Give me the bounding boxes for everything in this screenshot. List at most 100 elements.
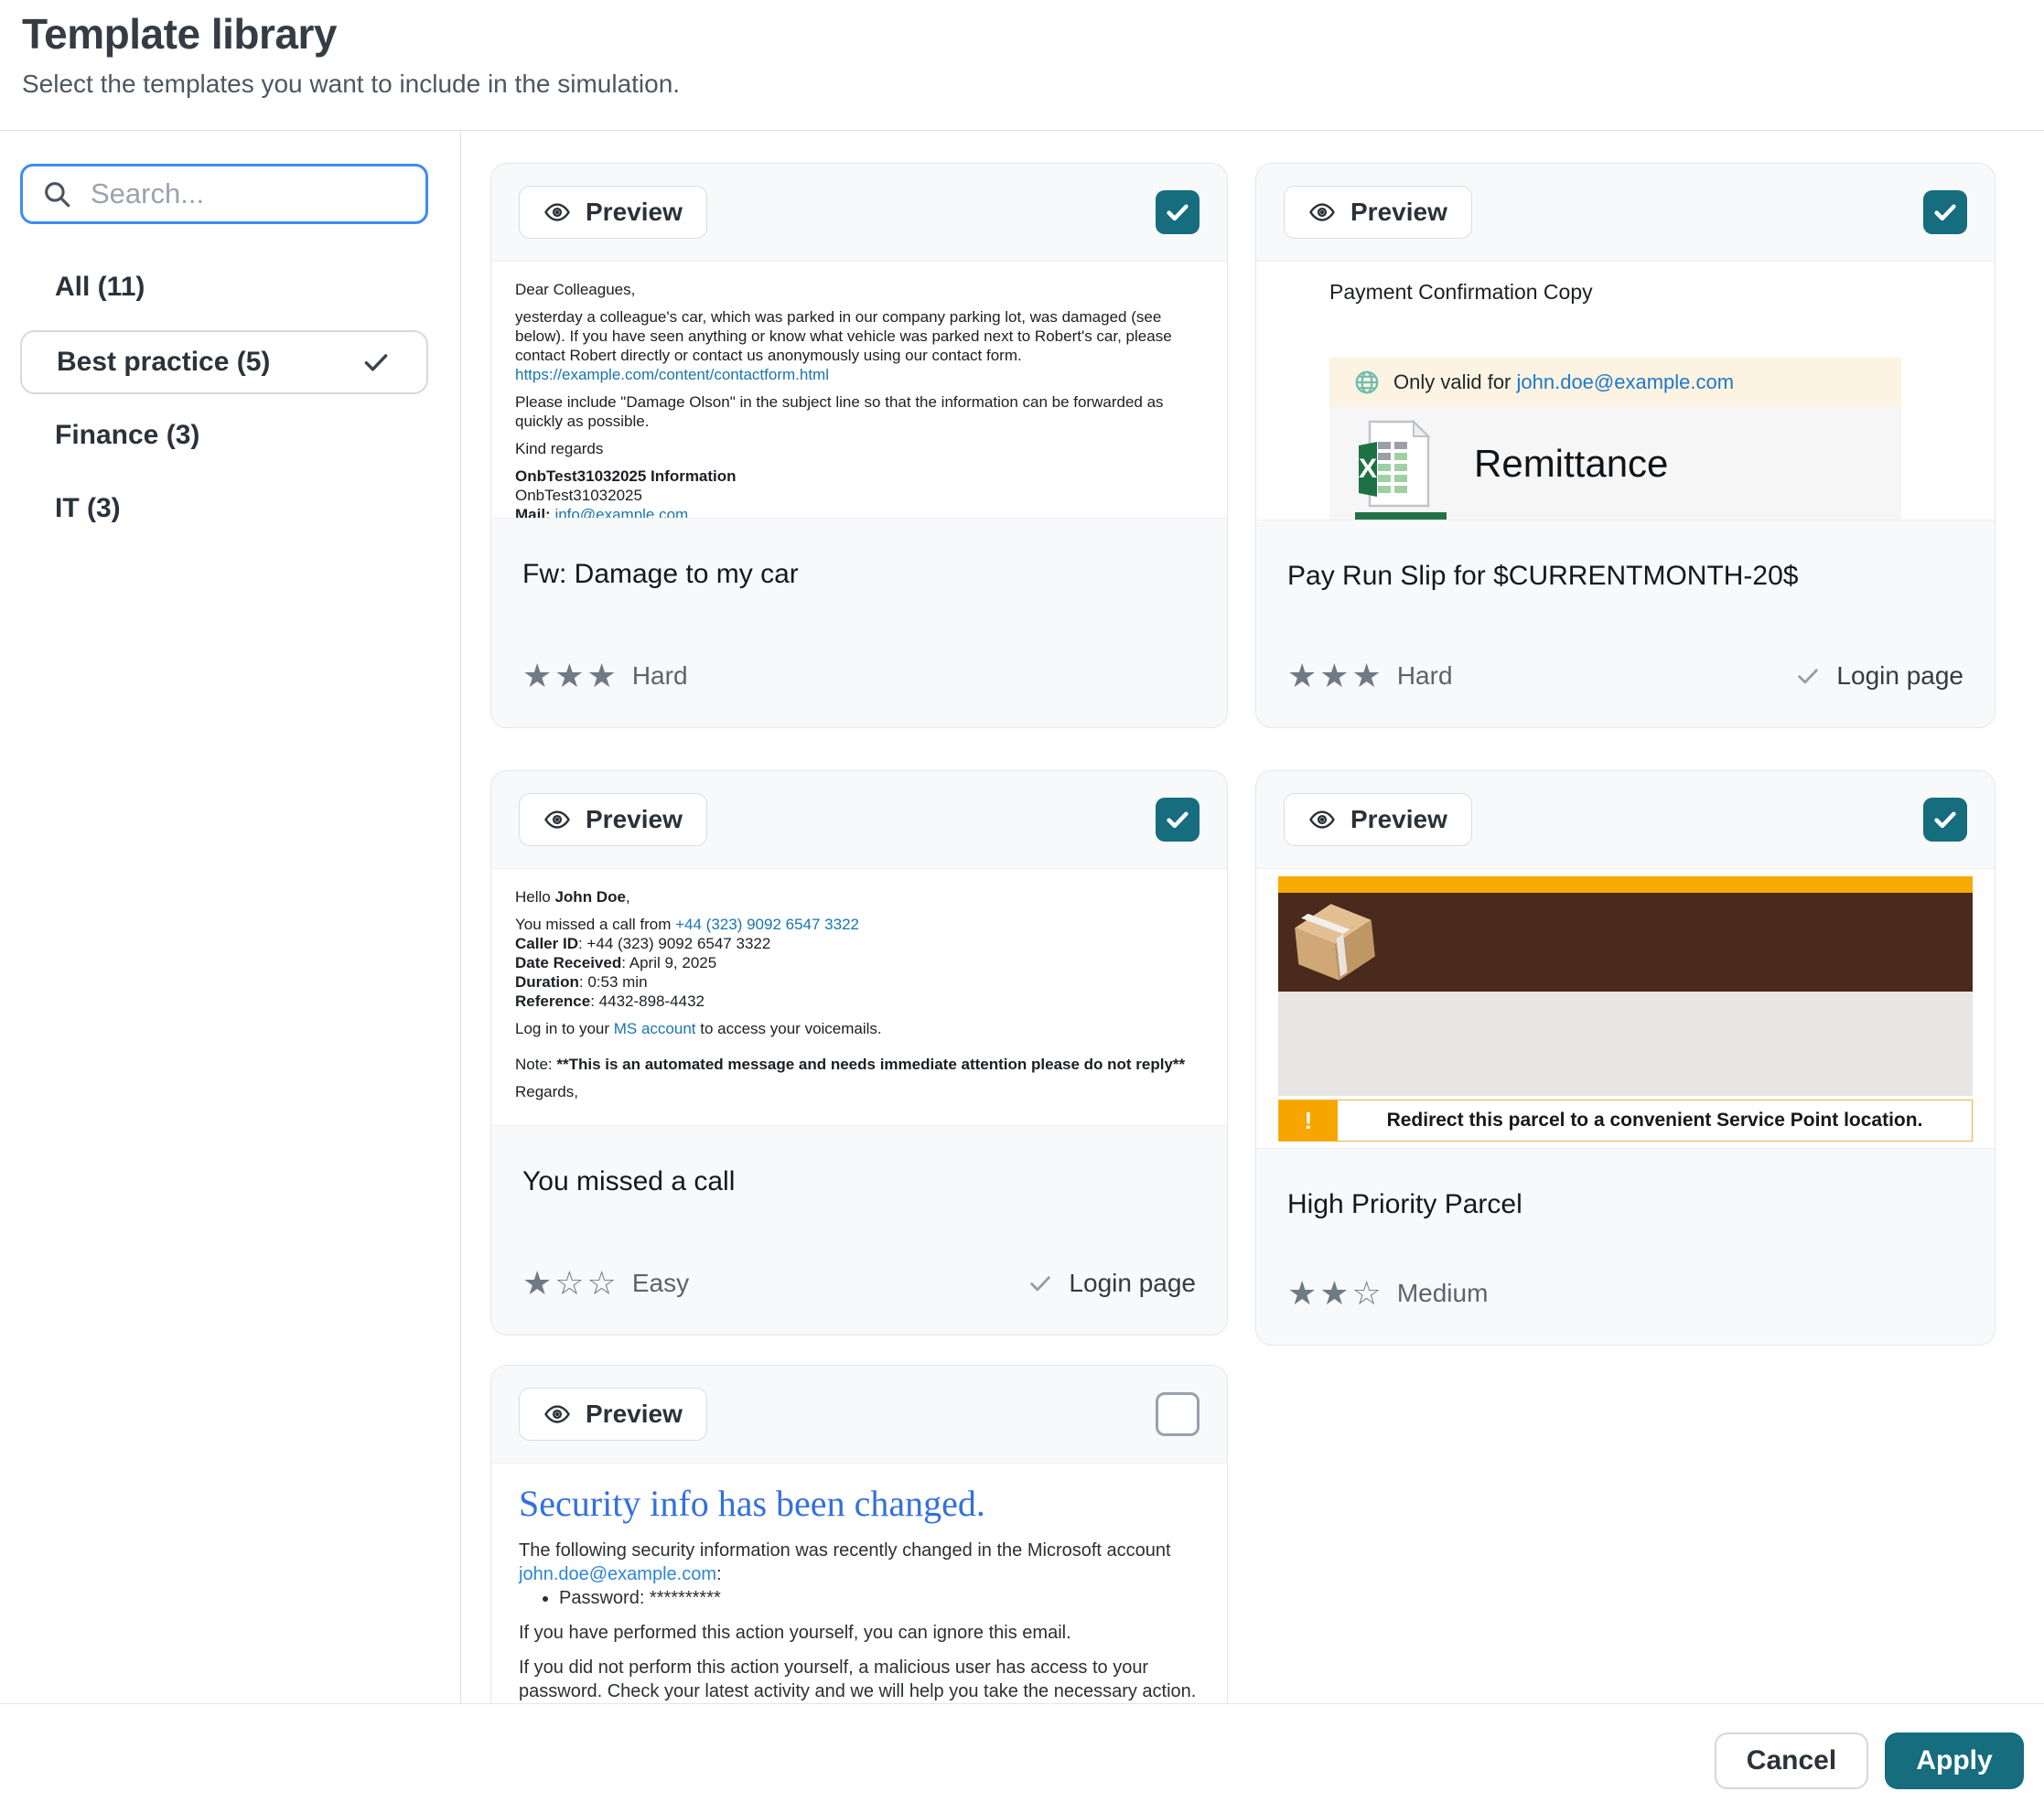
eye-icon	[543, 1400, 571, 1428]
eye-icon	[543, 198, 571, 226]
valid-for-banner: Only valid for john.doe@example.com	[1329, 358, 1901, 407]
card-toolbar: Preview	[491, 1366, 1227, 1463]
apply-button[interactable]: Apply	[1885, 1733, 2024, 1789]
template-checkbox[interactable]	[1923, 190, 1967, 234]
difficulty-stars: ★★★	[1287, 660, 1384, 692]
missed-call-line: You missed a call from +44 (323) 9092 65…	[515, 915, 1203, 934]
template-grid: Preview Dear Colleagues, yesterday a col…	[461, 131, 2044, 1703]
card-toolbar: Preview	[1256, 771, 1995, 868]
sidebar-item-finance[interactable]: Finance (3)	[55, 420, 199, 451]
login-line: Log in to your MS account to access your…	[515, 1019, 1203, 1038]
email-closing: Kind regards	[515, 439, 1203, 458]
preview-label: Preview	[586, 805, 683, 834]
template-card-missed-call[interactable]: Preview Hello John Doe, You missed a cal…	[490, 770, 1228, 1336]
login-page-badge: Login page	[1027, 1269, 1196, 1298]
excel-file-icon: X	[1353, 418, 1436, 510]
preview-label: Preview	[1350, 805, 1447, 834]
duration-line: Duration: 0:53 min	[515, 972, 1203, 992]
check-icon	[1931, 806, 1959, 833]
account-email-link[interactable]: john.doe@example.com	[519, 1564, 716, 1584]
card-toolbar: Preview	[1256, 164, 1995, 261]
template-checkbox[interactable]	[1156, 798, 1200, 842]
preview-label: Preview	[586, 1400, 683, 1429]
difficulty-stars: ★☆☆	[522, 1267, 619, 1300]
download-button-edge	[1355, 512, 1447, 520]
template-title: Pay Run Slip for $CURRENTMONTH-20$	[1256, 520, 1995, 592]
contact-form-link[interactable]: https://example.com/content/contactform.…	[515, 366, 829, 383]
check-icon	[1794, 662, 1822, 690]
parcel-banner	[1278, 893, 1973, 992]
preview-label: Preview	[1350, 198, 1447, 227]
security-heading: Security info has been changed.	[519, 1482, 1200, 1526]
template-meta: ★★★ Hard Login page	[1287, 660, 1963, 692]
email-paragraph: yesterday a colleague's car, which was p…	[515, 308, 1172, 364]
template-card-security-info-changed[interactable]: Preview Security info has been changed. …	[490, 1365, 1228, 1703]
email-preview: Dear Colleagues, yesterday a colleague's…	[491, 261, 1227, 519]
template-checkbox[interactable]	[1156, 1392, 1200, 1436]
sidebar-item-best-practice[interactable]: Best practice (5)	[20, 330, 428, 394]
difficulty-stars: ★★★	[522, 660, 619, 692]
attachment-area: X Remittance	[1329, 407, 1901, 520]
valid-for-text: Only valid for	[1393, 370, 1517, 393]
security-paragraph: If you have performed this action yourse…	[519, 1621, 1200, 1645]
email-preview: ! Redirect this parcel to a convenient S…	[1256, 868, 1995, 1149]
template-meta: ★★☆ Medium	[1287, 1277, 1963, 1310]
reference-line: Reference: 4432-898-4432	[515, 992, 1203, 1011]
login-page-label: Login page	[1836, 661, 1963, 691]
email-greeting: Dear Colleagues,	[515, 280, 1203, 299]
ms-account-link[interactable]: MS account	[614, 1020, 696, 1037]
security-change-list: Password: **********	[519, 1586, 1200, 1610]
email-preview: Security info has been changed. The foll…	[491, 1463, 1227, 1703]
preview-button[interactable]: Preview	[519, 1388, 707, 1441]
recipient-email-link[interactable]: john.doe@example.com	[1517, 370, 1735, 393]
parcel-box-icon	[1289, 897, 1382, 986]
redirect-alert: ! Redirect this parcel to a convenient S…	[1278, 1100, 1973, 1142]
recipient-name: John Doe	[554, 888, 625, 906]
search-icon	[41, 178, 72, 209]
signature-mail-link[interactable]: info@example.com	[554, 506, 688, 519]
globe-icon	[1353, 369, 1381, 396]
preview-button[interactable]: Preview	[1284, 186, 1472, 239]
email-preview: Payment Confirmation Copy Only valid for…	[1256, 261, 1995, 520]
password-bullet: Password: **********	[559, 1586, 1200, 1610]
parcel-body-area	[1278, 992, 1973, 1096]
template-checkbox[interactable]	[1156, 190, 1200, 234]
card-toolbar: Preview	[491, 771, 1227, 868]
difficulty-stars: ★★☆	[1287, 1277, 1384, 1310]
content-bottom-divider	[0, 1703, 2044, 1704]
attachment-name: Remittance	[1474, 442, 1668, 486]
page-subtitle: Select the templates you want to include…	[22, 70, 680, 99]
phone-number-link[interactable]: +44 (323) 9092 6547 3322	[675, 916, 859, 933]
search-box[interactable]	[20, 164, 428, 224]
security-paragraph: If you did not perform this action yours…	[519, 1656, 1200, 1703]
sidebar-item-all[interactable]: All (11)	[55, 272, 145, 303]
eye-icon	[1308, 806, 1336, 833]
card-toolbar: Preview	[491, 164, 1227, 261]
sidebar-item-it[interactable]: IT (3)	[55, 493, 121, 524]
signature-org: OnbTest31032025	[515, 486, 1203, 505]
difficulty-label: Hard	[1397, 661, 1453, 691]
signature-name: OnbTest31032025 Information	[515, 467, 737, 485]
page-title: Template library	[22, 9, 337, 59]
email-preview: Hello John Doe, You missed a call from +…	[491, 868, 1227, 1126]
template-title: Fw: Damage to my car	[491, 519, 1227, 590]
template-card-damage-to-my-car[interactable]: Preview Dear Colleagues, yesterday a col…	[490, 163, 1228, 728]
template-card-high-priority-parcel[interactable]: Preview ! Redire	[1255, 770, 1996, 1346]
preview-button[interactable]: Preview	[1284, 793, 1472, 846]
template-checkbox[interactable]	[1923, 798, 1967, 842]
difficulty-label: Medium	[1397, 1279, 1489, 1308]
login-page-badge: Login page	[1794, 661, 1963, 691]
cancel-button[interactable]: Cancel	[1715, 1733, 1868, 1789]
warning-icon: !	[1279, 1100, 1338, 1141]
check-icon	[1164, 198, 1191, 226]
preview-button[interactable]: Preview	[519, 186, 707, 239]
redirect-alert-text: Redirect this parcel to a convenient Ser…	[1338, 1100, 1972, 1141]
preview-button[interactable]: Preview	[519, 793, 707, 846]
signature-mail-label: Mail:	[515, 506, 554, 519]
login-page-label: Login page	[1069, 1269, 1196, 1298]
template-card-pay-run-slip[interactable]: Preview Payment Confirmation Copy Only v…	[1255, 163, 1996, 728]
date-received-line: Date Received: April 9, 2025	[515, 953, 1203, 972]
email-greeting: Hello	[515, 888, 554, 906]
preview-label: Preview	[586, 198, 683, 227]
search-input[interactable]	[89, 177, 457, 211]
